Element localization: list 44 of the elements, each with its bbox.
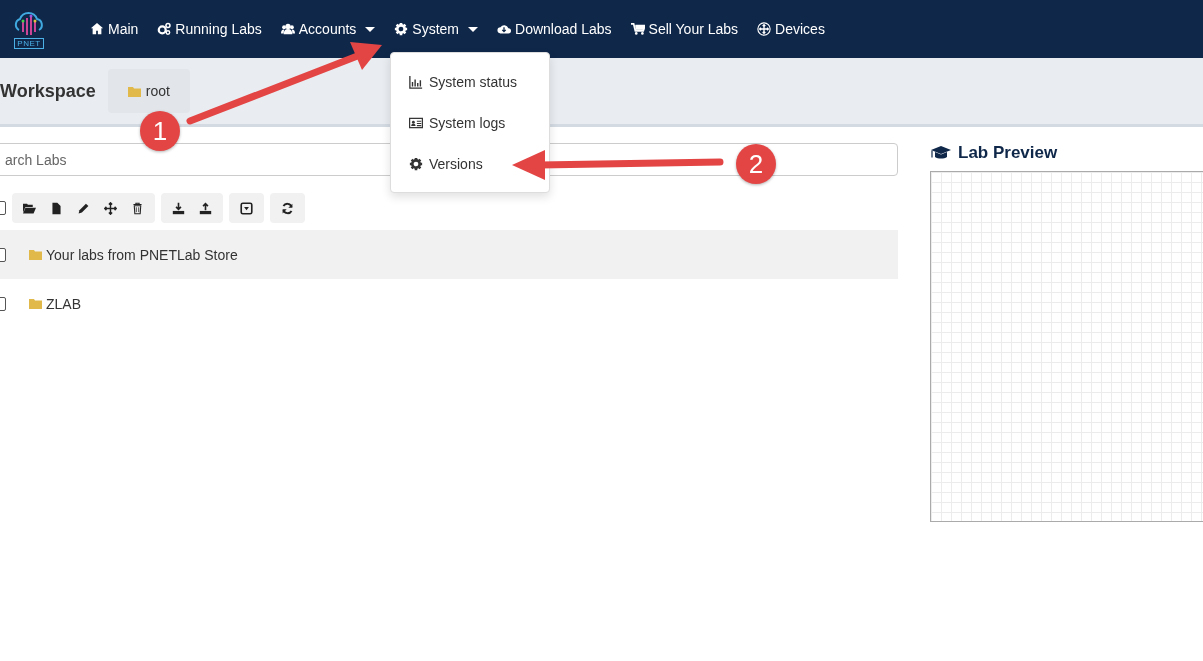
menu-item[interactable]: System logs xyxy=(391,102,549,143)
pencil-icon[interactable] xyxy=(77,201,90,215)
lab-folder-row[interactable]: Your labs from PNETLab Store xyxy=(0,230,898,279)
graduation-cap-icon xyxy=(930,145,952,161)
logo-text: PNET xyxy=(14,37,44,49)
gear-icon xyxy=(409,156,423,171)
nav-link[interactable]: Accounts xyxy=(280,21,376,37)
cloud-download-icon xyxy=(497,22,512,36)
nav-link[interactable]: System xyxy=(394,21,479,37)
gears-icon xyxy=(157,22,172,36)
nav-link[interactable]: Running Labs xyxy=(157,21,262,37)
lab-folder-row[interactable]: ZLAB xyxy=(0,279,898,328)
nav-link[interactable]: Main xyxy=(90,21,139,37)
folder-icon xyxy=(127,85,141,97)
caret-icon xyxy=(365,26,376,32)
menu-item[interactable]: Versions xyxy=(391,143,549,184)
upload-icon[interactable] xyxy=(199,201,212,215)
home-icon xyxy=(90,22,104,36)
caret-icon xyxy=(468,26,479,32)
file-icon[interactable] xyxy=(50,201,63,215)
folder-name: Your labs from PNETLab Store xyxy=(46,246,238,263)
breadcrumb-folder[interactable]: root xyxy=(107,69,190,113)
gear-icon xyxy=(394,22,409,36)
dropdown-box-icon[interactable] xyxy=(240,201,253,215)
nav-link[interactable]: Devices xyxy=(757,21,825,37)
workspace-title: Workspace xyxy=(0,80,96,102)
menu-item[interactable]: System status xyxy=(391,61,549,102)
users-icon xyxy=(280,22,295,36)
nav-link[interactable]: Sell Your Labs xyxy=(630,21,739,37)
trash-icon[interactable] xyxy=(131,201,144,215)
cart-icon xyxy=(630,22,645,36)
logo-icon xyxy=(12,9,46,38)
folder-name: ZLAB xyxy=(46,295,81,312)
id-card-icon xyxy=(409,115,423,130)
folder-open-icon[interactable] xyxy=(23,201,36,215)
preview-title: Lab Preview xyxy=(958,143,1058,163)
bar-chart-icon xyxy=(409,74,423,89)
move-icon[interactable] xyxy=(104,201,117,215)
folder-icon xyxy=(29,249,42,260)
move-circle-icon xyxy=(757,22,772,36)
refresh-icon[interactable] xyxy=(281,201,294,215)
folder-icon xyxy=(29,298,42,309)
download-icon[interactable] xyxy=(172,201,185,215)
nav-link[interactable]: Download Labs xyxy=(497,21,612,37)
